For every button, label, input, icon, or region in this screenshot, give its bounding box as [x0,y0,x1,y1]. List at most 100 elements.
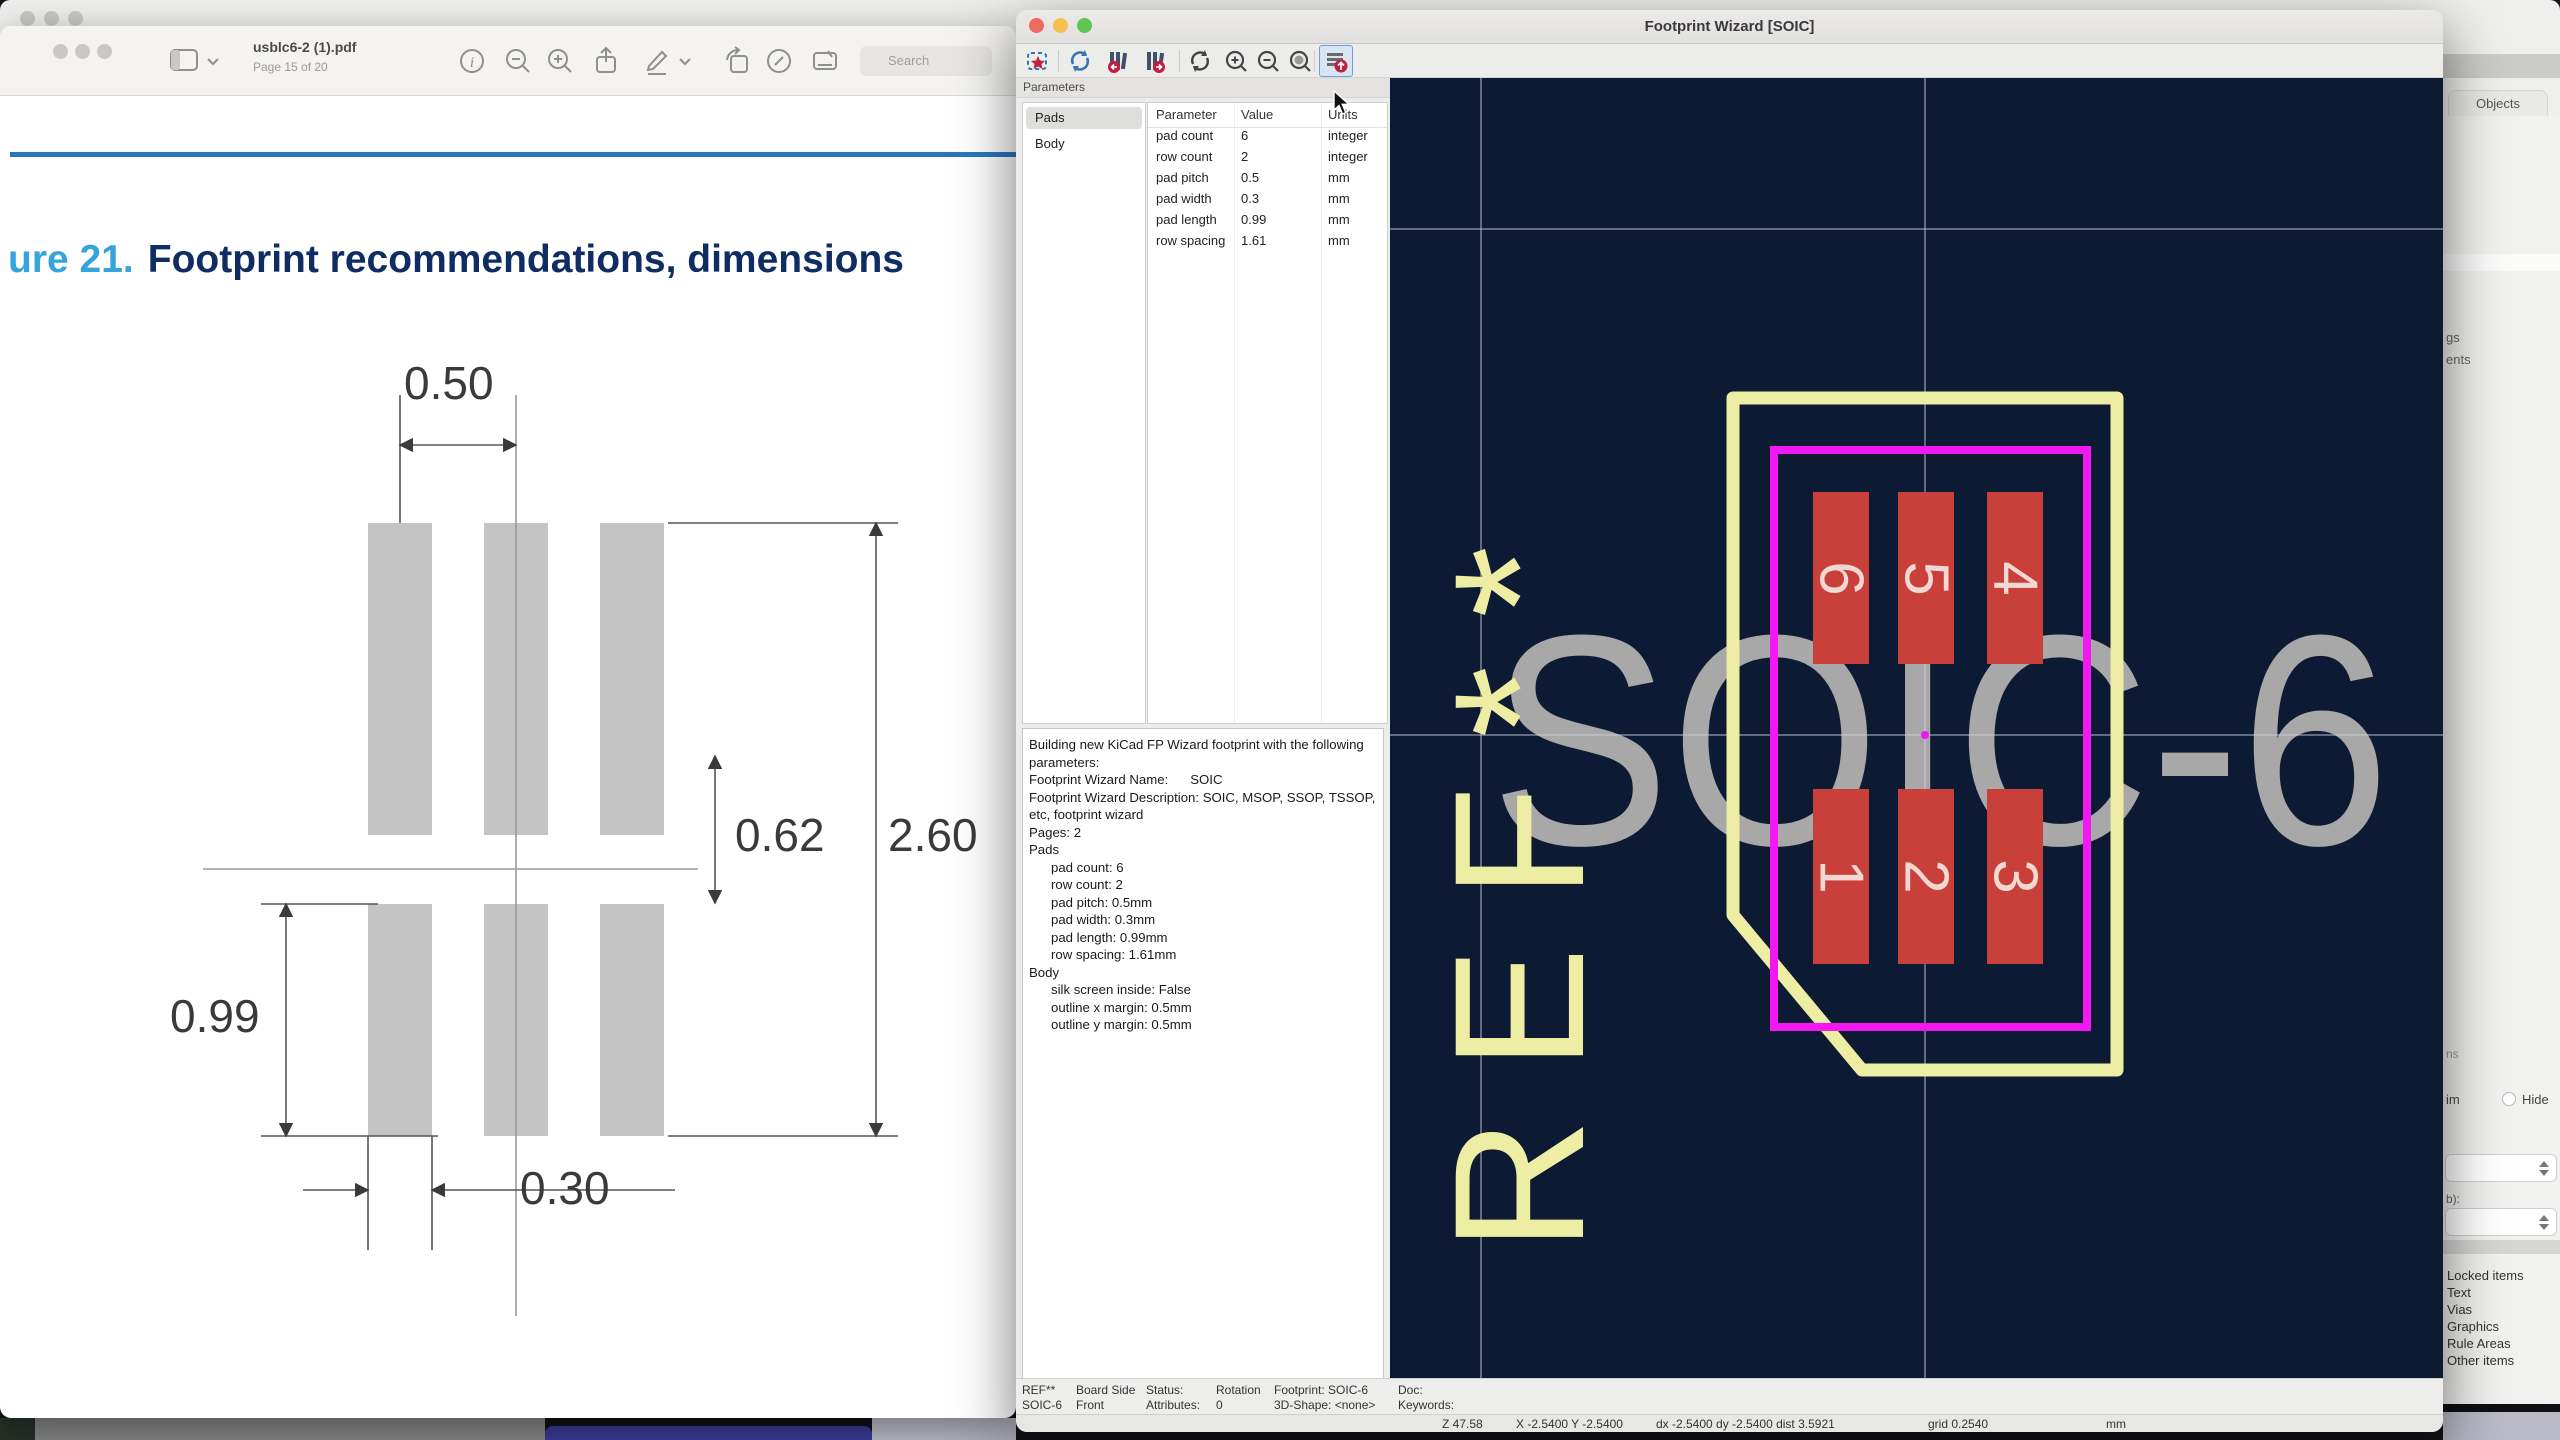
maximize-icon[interactable] [97,44,112,59]
page-list-item-pads[interactable]: Pads [1026,107,1142,129]
status-cursor-xy: X -2.5400 Y -2.5400 [1516,1417,1623,1431]
minimize-icon[interactable] [1053,18,1068,33]
field-board-side: Front [1076,1398,1104,1412]
cell-units: integer [1328,128,1368,143]
selection-filter-item[interactable]: Graphics [2447,1319,2499,1334]
field-doc-label: Doc: [1398,1383,1423,1397]
footprint-preview-canvas[interactable]: SOIC-6 REF** 6 5 4 1 2 3 [1390,78,2443,1378]
preset-dropdown[interactable] [2445,1154,2557,1182]
column-header-value[interactable]: Value [1241,107,1273,122]
pad-number: 5 [1890,561,1961,595]
pcbnew-toolbar [2443,54,2560,78]
sidebar-toggle-icon[interactable] [168,44,202,78]
bottom-strip-right [2443,1412,2560,1440]
zoom-in-icon[interactable] [543,44,577,78]
redraw-view-icon[interactable] [1186,47,1214,75]
figure-heading: ure 21.Footprint recommendations, dimens… [8,238,904,282]
zoom-in-icon[interactable] [1222,47,1250,75]
origin-anchor [1921,731,1929,739]
section-label-fragment: ns [2446,1047,2459,1061]
cell-value[interactable]: 2 [1241,149,1248,164]
tab-objects[interactable]: Objects [2448,90,2548,117]
cell-value[interactable]: 0.5 [1241,170,1259,185]
page-list-item-body[interactable]: Body [1026,133,1142,155]
selection-filter-item[interactable]: Rule Areas [2447,1336,2511,1351]
background-blue-box [545,1426,872,1440]
pad-number: 2 [1890,859,1961,893]
chevron-down-icon[interactable] [204,44,222,78]
viewport-dropdown[interactable] [2445,1208,2557,1236]
zoom-to-fit-icon[interactable] [1286,47,1314,75]
selection-filter-item[interactable]: Text [2447,1285,2471,1300]
pdf-page-indicator: Page 15 of 20 [253,60,328,74]
table-row[interactable]: pad pitch 0.5 mm [1148,170,1387,191]
chevron-up-down-icon [2539,1215,2549,1230]
selection-filter-item[interactable]: Locked items [2447,1268,2524,1283]
dropdown-label-fragment: b): [2446,1192,2460,1206]
cell-value[interactable]: 0.99 [1241,212,1266,227]
share-icon[interactable] [589,44,623,78]
close-icon[interactable] [1029,18,1044,33]
pad-6[interactable]: 6 [1813,492,1869,664]
form-fill-icon[interactable] [808,44,842,78]
figure-title: Footprint recommendations, dimensions [148,238,904,281]
info-icon[interactable]: i [455,44,489,78]
close-icon[interactable] [20,11,35,26]
table-row[interactable]: pad length 0.99 mm [1148,212,1387,233]
zoom-out-icon[interactable] [1254,47,1282,75]
hide-radio[interactable] [2502,1092,2516,1106]
field-3d-shape: 3D-Shape: <none> [1274,1398,1375,1412]
chevron-down-icon[interactable] [677,44,693,78]
minimize-icon[interactable] [44,11,59,26]
drawing-pad [368,523,432,835]
pad-3[interactable]: 3 [1987,789,2043,964]
minimize-icon[interactable] [75,44,90,59]
field-keywords-label: Keywords: [1398,1398,1454,1412]
table-row[interactable]: row count 2 integer [1148,149,1387,170]
close-icon[interactable] [53,44,68,59]
layer-label-fragment: gs [2446,330,2460,345]
table-row[interactable]: row spacing 1.61 mm [1148,233,1387,254]
layer-row-selected[interactable] [2443,254,2560,271]
cell-units: integer [1328,149,1368,164]
pad-4[interactable]: 4 [1987,492,2043,664]
svg-text:i: i [470,55,474,71]
cell-value[interactable]: 0.3 [1241,191,1259,206]
table-row[interactable]: pad width 0.3 mm [1148,191,1387,212]
parameter-page-list: Pads Body [1022,102,1146,724]
search-input[interactable]: Search [860,46,992,76]
update-footprint-icon[interactable] [1066,47,1094,75]
export-footprint-button[interactable] [1319,45,1353,77]
rotate-icon[interactable] [721,44,755,78]
select-wizard-icon[interactable] [1024,47,1052,75]
pad-5[interactable]: 5 [1898,492,1954,664]
layer-label-fragment: ents [2446,352,2471,367]
footprint-outlines [1390,78,2443,1378]
footprint-wizard-window: Footprint Wizard [SOIC] [1016,10,2443,1432]
cell-value[interactable]: 1.61 [1241,233,1266,248]
highlight-pen-icon[interactable] [762,44,796,78]
cell-units: mm [1328,170,1350,185]
status-bar: Z 47.58 X -2.5400 Y -2.5400 dx -2.5400 d… [1016,1414,2443,1432]
cell-parameter: pad count [1156,128,1213,143]
pad-2[interactable]: 2 [1898,789,1954,964]
dim-label-row-gap: 0.62 [735,808,825,862]
maximize-icon[interactable] [1077,18,1092,33]
pad-1[interactable]: 1 [1813,789,1869,964]
cell-parameter: row spacing [1156,233,1225,248]
next-parameters-page-icon[interactable] [1141,47,1169,75]
datasheet-header-rule [10,152,1016,157]
zoom-out-icon[interactable] [501,44,535,78]
table-row[interactable]: pad count 6 integer [1148,128,1387,149]
previous-parameters-page-icon[interactable] [1104,47,1132,75]
selection-filter-item[interactable]: Vias [2447,1302,2472,1317]
field-rotation: 0 [1216,1398,1223,1412]
maximize-icon[interactable] [68,11,83,26]
status-zoom: Z 47.58 [1442,1417,1483,1431]
cell-value[interactable]: 6 [1241,128,1248,143]
toolbar-separator [1058,50,1059,72]
cell-units: mm [1328,191,1350,206]
markup-pencil-icon[interactable] [640,44,674,78]
selection-filter-item[interactable]: Other items [2447,1353,2514,1368]
column-header-parameter[interactable]: Parameter [1156,107,1217,122]
